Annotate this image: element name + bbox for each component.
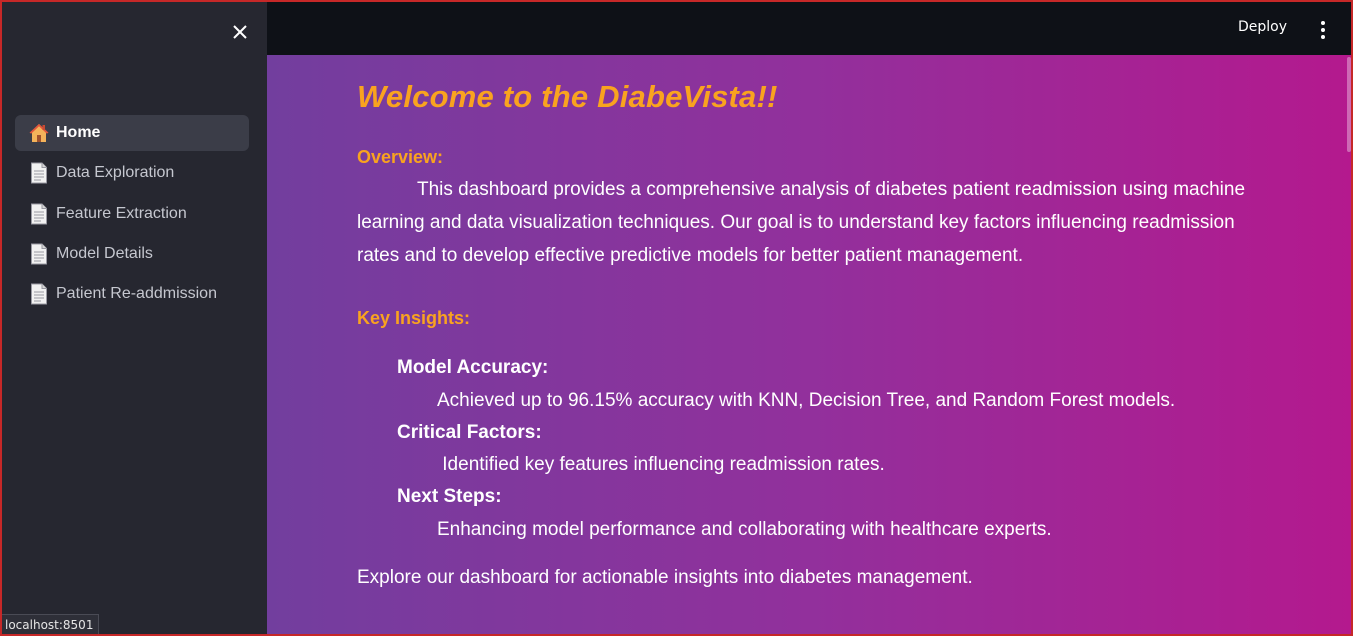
status-bar-url: localhost:8501 (0, 614, 100, 634)
sidebar-item-model-details[interactable]: Model Details (15, 236, 249, 272)
close-sidebar-button[interactable] (227, 19, 253, 45)
page-icon (29, 162, 49, 184)
insight-label-next-steps: Next Steps: (397, 486, 502, 507)
sidebar-nav: Home Data Exploration Feature Extraction… (15, 115, 249, 316)
overview-paragraph: This dashboard provides a comprehensive … (357, 179, 1246, 266)
page-icon (29, 243, 49, 265)
house-icon (29, 122, 49, 144)
sidebar-item-label: Patient Re-addmission (56, 285, 217, 303)
main-menu-button[interactable] (1313, 20, 1333, 40)
sidebar-item-home[interactable]: Home (15, 115, 249, 151)
kebab-menu-icon (1321, 21, 1325, 25)
insight-text-critical-factors: Identified key features influencing read… (437, 454, 885, 475)
header: Deploy (267, 0, 1353, 55)
sidebar-item-label: Feature Extraction (56, 204, 187, 222)
sidebar-item-feature-extraction[interactable]: Feature Extraction (15, 196, 249, 232)
sidebar-item-label: Model Details (56, 244, 153, 262)
sidebar-item-data-exploration[interactable]: Data Exploration (15, 155, 249, 191)
sidebar-item-label: Home (56, 124, 101, 141)
insight-label-critical-factors: Critical Factors: (397, 422, 542, 443)
sidebar-item-label: Data Exploration (56, 164, 175, 182)
page-icon (29, 283, 49, 305)
page-icon (29, 203, 49, 225)
overview-heading: Overview: (357, 147, 444, 167)
close-icon (233, 25, 247, 39)
main-content[interactable]: Welcome to the DiabeVista!! Overview: Th… (267, 55, 1353, 636)
insight-text-next-steps: Enhancing model performance and collabor… (437, 519, 1052, 540)
insight-text-model-accuracy: Achieved up to 96.15% accuracy with KNN,… (437, 390, 1176, 411)
sidebar: Home Data Exploration Feature Extraction… (0, 0, 267, 636)
key-insights-heading: Key Insights: (357, 308, 471, 328)
scrollbar[interactable] (1347, 57, 1351, 152)
closing-text: Explore our dashboard for actionable ins… (357, 567, 973, 588)
insight-label-model-accuracy: Model Accuracy: (397, 357, 549, 378)
deploy-button[interactable]: Deploy (1238, 19, 1287, 35)
page-title: Welcome to the DiabeVista!! (357, 79, 778, 114)
sidebar-item-patient-readmission[interactable]: Patient Re-addmission (15, 276, 249, 312)
